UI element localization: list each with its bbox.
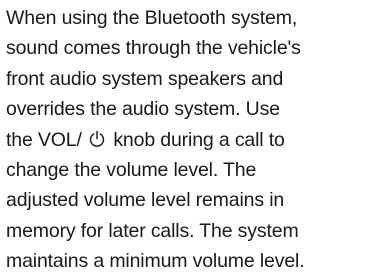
text-line: front audio system speakers and <box>6 67 284 90</box>
text-line: overrides the audio system. Use <box>6 98 280 121</box>
text-line: adjusted volume level remains in <box>6 189 285 212</box>
text-line: When using the Bluetooth system, <box>6 7 298 29</box>
text-segment: the VOL/ <box>6 128 82 151</box>
text-line: sound comes through the vehicle's <box>6 37 301 60</box>
text-line-with-icon: the VOL/ knob during a call to <box>6 125 384 155</box>
text-segment: knob during a call to <box>113 128 285 151</box>
text-line: change the volume level. The <box>6 158 257 181</box>
text-line: memory for later calls. The system <box>6 219 299 242</box>
document-body: When using the Bluetooth system, sound c… <box>6 3 384 277</box>
text-line: maintains a minimum volume level. <box>6 250 305 273</box>
power-icon <box>88 130 106 148</box>
